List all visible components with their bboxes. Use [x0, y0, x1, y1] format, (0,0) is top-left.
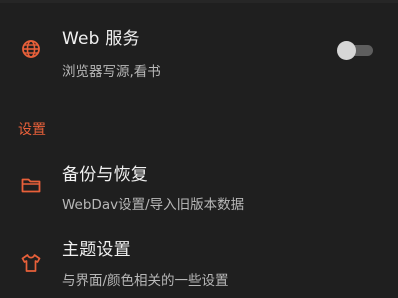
backup-restore-item[interactable]: 备份与恢复 WebDav设置/导入旧版本数据 — [0, 150, 398, 220]
backup-restore-title: 备份与恢复 — [62, 165, 148, 185]
folder-icon — [20, 174, 42, 196]
switch-thumb — [337, 41, 356, 60]
web-service-item[interactable]: Web 服务 浏览器写源,看书 — [0, 0, 398, 100]
theme-settings-item[interactable]: 主题设置 与界面/颜色相关的一些设置 — [0, 226, 398, 298]
backup-restore-summary: WebDav设置/导入旧版本数据 — [62, 197, 245, 213]
settings-screen: Web 服务 浏览器写源,看书 设置 备份与恢复 WebDav设置/导入旧版本数… — [0, 0, 398, 298]
settings-section-header: 设置 — [18, 122, 46, 138]
shirt-icon — [20, 252, 42, 274]
globe-icon — [20, 38, 42, 60]
theme-settings-summary: 与界面/颜色相关的一些设置 — [62, 273, 229, 289]
web-service-switch[interactable] — [337, 41, 373, 60]
theme-settings-title: 主题设置 — [62, 240, 131, 260]
web-service-summary: 浏览器写源,看书 — [62, 64, 161, 80]
web-service-title: Web 服务 — [62, 29, 140, 49]
